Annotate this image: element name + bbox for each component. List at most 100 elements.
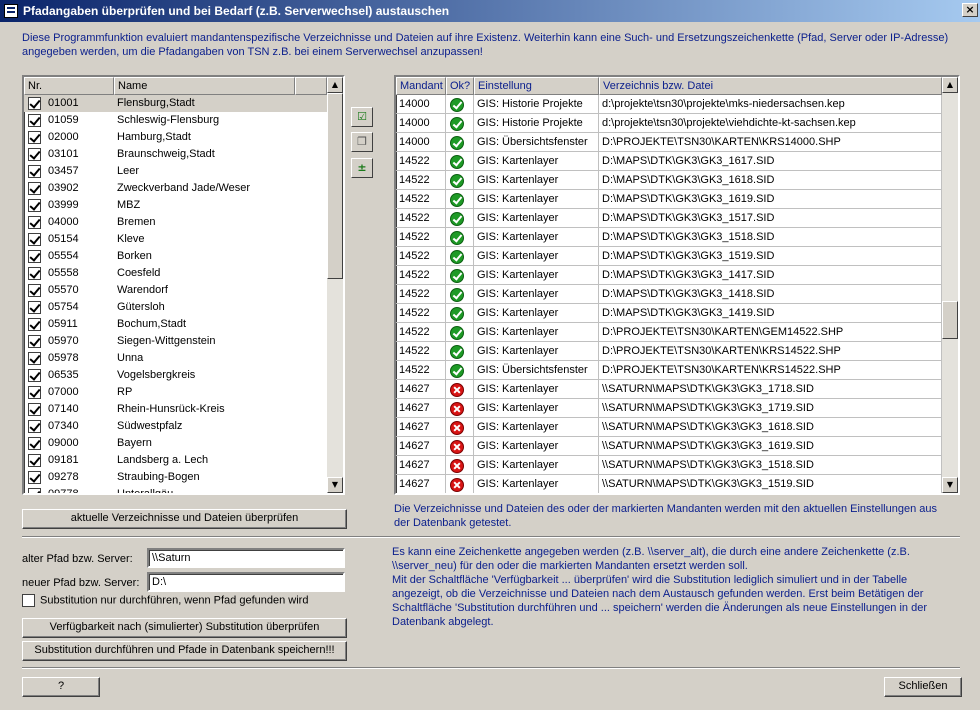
row-checkbox[interactable]	[28, 403, 41, 417]
scroll-up-button[interactable]: ▲	[327, 77, 343, 93]
only-if-found-checkbox[interactable]	[22, 594, 35, 607]
list-item[interactable]: 05554 Borken	[24, 248, 327, 265]
list-item[interactable]: 07140 Rhein-Hunsrück-Kreis	[24, 401, 327, 418]
table-row[interactable]: 14522 GIS: Kartenlayer D:\PROJEKTE\TSN30\K…	[396, 342, 942, 361]
column-header-einstellung[interactable]: Einstellung	[474, 77, 599, 95]
scroll-thumb[interactable]	[942, 301, 958, 339]
row-checkbox[interactable]	[28, 199, 41, 213]
column-header-mandant[interactable]: Mandant	[396, 77, 446, 95]
list-item[interactable]: 09000 Bayern	[24, 435, 327, 452]
table-row[interactable]: 14522 GIS: Kartenlayer D:\PROJEKTE\TSN30\K…	[396, 323, 942, 342]
close-window-button[interactable]: ×	[962, 3, 978, 17]
row-checkbox[interactable]	[28, 284, 41, 298]
row-checkbox[interactable]	[28, 488, 41, 493]
deselect-all-button[interactable]: ❐	[351, 132, 373, 152]
check-current-button[interactable]: aktuelle Verzeichnisse und Dateien überp…	[22, 509, 347, 529]
list-item[interactable]: 03999 MBZ	[24, 197, 327, 214]
row-checkbox[interactable]	[28, 369, 41, 383]
table-row[interactable]: 14522 GIS: Kartenlayer D:\MAPS\DTK\GK3\GK3…	[396, 304, 942, 323]
column-header-name[interactable]: Name	[114, 77, 295, 95]
table-row[interactable]: 14627 GIS: Kartenlayer \\SATURN\MAPS\DTK\G…	[396, 437, 942, 456]
table-row[interactable]: 14522 GIS: Kartenlayer D:\MAPS\DTK\GK3\GK3…	[396, 209, 942, 228]
table-row[interactable]: 14627 GIS: Kartenlayer \\SATURN\MAPS\DTK\G…	[396, 399, 942, 418]
table-row[interactable]: 14522 GIS: Kartenlayer D:\MAPS\DTK\GK3\GK3…	[396, 247, 942, 266]
old-path-input[interactable]	[147, 548, 345, 568]
row-checkbox[interactable]	[28, 335, 41, 349]
list-item[interactable]: 01001 Flensburg,Stadt	[24, 95, 327, 112]
scroll-down-button[interactable]: ▼	[942, 477, 958, 493]
table-row[interactable]: 14522 GIS: Kartenlayer D:\MAPS\DTK\GK3\GK3…	[396, 228, 942, 247]
table-row[interactable]: 14000 GIS: Historie Projekte d:\projekte\t…	[396, 114, 942, 133]
list-item[interactable]: 03101 Braunschweig,Stadt	[24, 146, 327, 163]
new-path-input[interactable]	[147, 572, 345, 592]
row-checkbox[interactable]	[28, 386, 41, 400]
row-checkbox[interactable]	[28, 454, 41, 468]
error-cross-icon	[450, 458, 464, 473]
cell-pfad: D:\PROJEKTE\TSN30\KARTEN\GEM14522.SHP	[599, 323, 942, 342]
row-checkbox[interactable]	[28, 114, 41, 128]
row-checkbox[interactable]	[28, 148, 41, 162]
table-row[interactable]: 14522 GIS: Kartenlayer D:\MAPS\DTK\GK3\GK3…	[396, 285, 942, 304]
row-checkbox[interactable]	[28, 420, 41, 434]
row-checkbox[interactable]	[28, 352, 41, 366]
list-item[interactable]: 09181 Landsberg a. Lech	[24, 452, 327, 469]
table-row[interactable]: 14522 GIS: Kartenlayer D:\MAPS\DTK\GK3\GK3…	[396, 190, 942, 209]
invert-selection-button[interactable]: ±	[351, 158, 373, 178]
close-button[interactable]: Schließen	[884, 677, 962, 697]
list-item[interactable]: 03902 Zweckverband Jade/Weser	[24, 180, 327, 197]
list-item[interactable]: 05754 Gütersloh	[24, 299, 327, 316]
row-checkbox[interactable]	[28, 216, 41, 230]
row-checkbox[interactable]	[28, 437, 41, 451]
check-simulated-button[interactable]: Verfügbarkeit nach (simulierter) Substit…	[22, 618, 347, 638]
list-item[interactable]: 02000 Hamburg,Stadt	[24, 129, 327, 146]
column-header-pfad[interactable]: Verzeichnis bzw. Datei	[599, 77, 942, 95]
table-row[interactable]: 14627 GIS: Kartenlayer \\SATURN\MAPS\DTK\G…	[396, 418, 942, 437]
list-item[interactable]: 05154 Kleve	[24, 231, 327, 248]
list-item[interactable]: 01059 Schleswig-Flensburg	[24, 112, 327, 129]
list-item[interactable]: 05970 Siegen-Wittgenstein	[24, 333, 327, 350]
substitute-save-button[interactable]: Substitution durchführen und Pfade in Da…	[22, 641, 347, 661]
results-scrollbar[interactable]: ▲ ▼	[942, 77, 958, 493]
list-item[interactable]: 07340 Südwestpfalz	[24, 418, 327, 435]
list-item[interactable]: 03457 Leer	[24, 163, 327, 180]
list-item[interactable]: 05978 Unna	[24, 350, 327, 367]
list-item[interactable]: 07000 RP	[24, 384, 327, 401]
table-row[interactable]: 14522 GIS: Kartenlayer D:\MAPS\DTK\GK3\GK3…	[396, 171, 942, 190]
table-row[interactable]: 14000 GIS: Übersichtsfenster D:\PROJEKTE\T…	[396, 133, 942, 152]
row-checkbox[interactable]	[28, 97, 41, 111]
column-header-nr[interactable]: Nr.	[24, 77, 114, 95]
results-grid[interactable]: Mandant Ok? Einstellung Verzeichnis bzw.…	[394, 75, 960, 495]
table-row[interactable]: 14627 GIS: Kartenlayer \\SATURN\MAPS\DTK\G…	[396, 380, 942, 399]
table-row[interactable]: 14627 GIS: Kartenlayer \\SATURN\MAPS\DTK\G…	[396, 475, 942, 493]
mandanten-scrollbar[interactable]: ▲ ▼	[327, 77, 343, 493]
mandanten-list[interactable]: Nr. Name 01001 Flensburg,Stadt 01059 Schles…	[22, 75, 345, 495]
table-row[interactable]: 14000 GIS: Historie Projekte d:\projekte\t…	[396, 95, 942, 114]
scroll-down-button[interactable]: ▼	[327, 477, 343, 493]
table-row[interactable]: 14522 GIS: Kartenlayer D:\MAPS\DTK\GK3\GK3…	[396, 266, 942, 285]
help-button[interactable]: ?	[22, 677, 100, 697]
row-checkbox[interactable]	[28, 250, 41, 264]
row-checkbox[interactable]	[28, 267, 41, 281]
row-checkbox[interactable]	[28, 182, 41, 196]
list-item[interactable]: 06535 Vogelsbergkreis	[24, 367, 327, 384]
scroll-thumb[interactable]	[327, 93, 343, 279]
select-all-button[interactable]: ☑	[351, 107, 373, 127]
row-checkbox[interactable]	[28, 301, 41, 315]
row-checkbox[interactable]	[28, 471, 41, 485]
list-item[interactable]: 05911 Bochum,Stadt	[24, 316, 327, 333]
list-item[interactable]: 04000 Bremen	[24, 214, 327, 231]
row-checkbox[interactable]	[28, 233, 41, 247]
row-checkbox[interactable]	[28, 165, 41, 179]
list-item[interactable]: 05558 Coesfeld	[24, 265, 327, 282]
row-checkbox[interactable]	[28, 131, 41, 145]
only-if-found-option[interactable]: Substitution nur durchführen, wenn Pfad …	[22, 594, 308, 607]
row-checkbox[interactable]	[28, 318, 41, 332]
list-item[interactable]: 09278 Straubing-Bogen	[24, 469, 327, 486]
list-item[interactable]: 05570 Warendorf	[24, 282, 327, 299]
table-row[interactable]: 14627 GIS: Kartenlayer \\SATURN\MAPS\DTK\G…	[396, 456, 942, 475]
list-item[interactable]: 09778 Unterallgäu	[24, 486, 327, 493]
scroll-up-button[interactable]: ▲	[942, 77, 958, 93]
column-header-ok[interactable]: Ok?	[446, 77, 474, 95]
table-row[interactable]: 14522 GIS: Übersichtsfenster D:\PROJEKTE\T…	[396, 361, 942, 380]
table-row[interactable]: 14522 GIS: Kartenlayer D:\MAPS\DTK\GK3\GK3…	[396, 152, 942, 171]
